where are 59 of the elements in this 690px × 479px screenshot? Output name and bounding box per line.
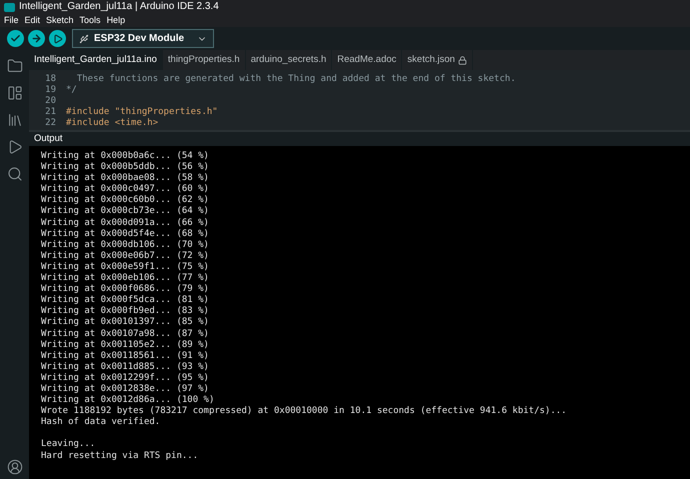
account-icon[interactable] — [6, 459, 22, 475]
output-line: Writing at 0x000b0a6c... (54 %) — [41, 151, 209, 162]
output-line: Writing at 0x000f0686... (79 %) — [41, 284, 209, 295]
output-line: Writing at 0x000e06b7... (72 %) — [41, 250, 209, 262]
code-line: These functions are generated with the Thing and added at the end of this sketch. — [76, 74, 516, 85]
output-line: Writing at 0x000eb106... (77 %) — [41, 273, 209, 284]
menu-item[interactable]: Edit — [24, 16, 40, 25]
output-line: Writing at 0x000cb73e... (64 %) — [41, 206, 209, 218]
menu-item[interactable]: File — [4, 16, 19, 25]
output-line: Writing at 0x000f5dca... (81 %) — [41, 295, 209, 306]
code-line: #include <time.h> — [66, 118, 158, 129]
verify-button[interactable] — [7, 30, 24, 47]
board-icon[interactable] — [6, 85, 22, 101]
upload-button[interactable] — [28, 30, 45, 47]
output-line: Writing at 0x000d091a... (66 %) — [41, 218, 209, 229]
output-line: Writing at 0x000bae08... (58 %) — [41, 173, 209, 184]
file-tab[interactable]: Intelligent_Garden_jul11a.ino — [29, 50, 163, 70]
output-line: Writing at 0x00118561... (91 %) — [41, 350, 209, 362]
folder-icon[interactable] — [6, 58, 22, 74]
output-title: Output — [34, 132, 63, 146]
output-line: Hash of data verified. — [41, 417, 160, 428]
board-selector[interactable]: ESP32 Dev Module — [72, 29, 214, 48]
file-tab[interactable]: arduino_secrets.h — [246, 50, 332, 70]
output-line: Writing at 0x000d5f4e... (68 %) — [41, 228, 209, 240]
line-number: 19 — [44, 85, 56, 96]
output-line: Writing at 0x0012838e... (97 %) — [41, 384, 209, 395]
line-number: 18 — [44, 74, 56, 85]
output-line: Writing at 0x000c0497... (60 %) — [41, 184, 209, 195]
output-line: Writing at 0x001105e2... (89 %) — [41, 340, 209, 351]
app-logo-icon — [4, 2, 15, 12]
play-icon — [52, 34, 62, 44]
menu-item[interactable]: Sketch — [46, 16, 74, 25]
line-number: 22 — [44, 118, 56, 129]
output-line: Writing at 0x000c60b0... (62 %) — [41, 195, 209, 206]
library-icon[interactable] — [6, 112, 22, 128]
output-line: Writing at 0x000b5ddb... (56 %) — [41, 162, 209, 173]
window-title: Intelligent_Garden_jul11a | Arduino IDE 2.3.4 — [19, 2, 219, 12]
output-line: Leaving... — [41, 439, 96, 451]
menu-item[interactable]: Tools — [80, 16, 101, 25]
output-line: Writing at 0x00107a98... (87 %) — [41, 328, 209, 340]
line-number: 21 — [44, 107, 56, 118]
output-line: Wrote 1188192 bytes (783217 compressed) at 0x00010000 in 10.1 seconds (effective 941.6 kbit/s)... — [41, 406, 567, 417]
check-icon — [10, 33, 21, 44]
output-line: Writing at 0x0012d86a... (100 %) — [41, 395, 214, 406]
menu-item[interactable]: Help — [106, 16, 126, 25]
arrow-right-icon — [31, 33, 42, 44]
output-line: Writing at 0x00101397... (85 %) — [41, 317, 209, 328]
code-line: #include "thingProperties.h" — [66, 107, 218, 118]
output-line: Writing at 0x000fb9ed... (83 %) — [41, 306, 209, 317]
usb-icon — [79, 34, 89, 44]
search-icon[interactable] — [6, 166, 22, 182]
code-line: */ — [66, 85, 77, 96]
output-line: Writing at 0x0012299f... (95 %) — [41, 372, 209, 384]
output-line: Writing at 0x000db106... (70 %) — [41, 240, 209, 251]
debug-button[interactable] — [49, 30, 66, 47]
output-line: Writing at 0x0011d885... (93 %) — [41, 362, 209, 373]
output-line: Writing at 0x000e59f1... (75 %) — [41, 262, 209, 273]
line-number: 20 — [44, 96, 56, 107]
output-line: Hard resetting via RTS pin... — [41, 450, 198, 462]
